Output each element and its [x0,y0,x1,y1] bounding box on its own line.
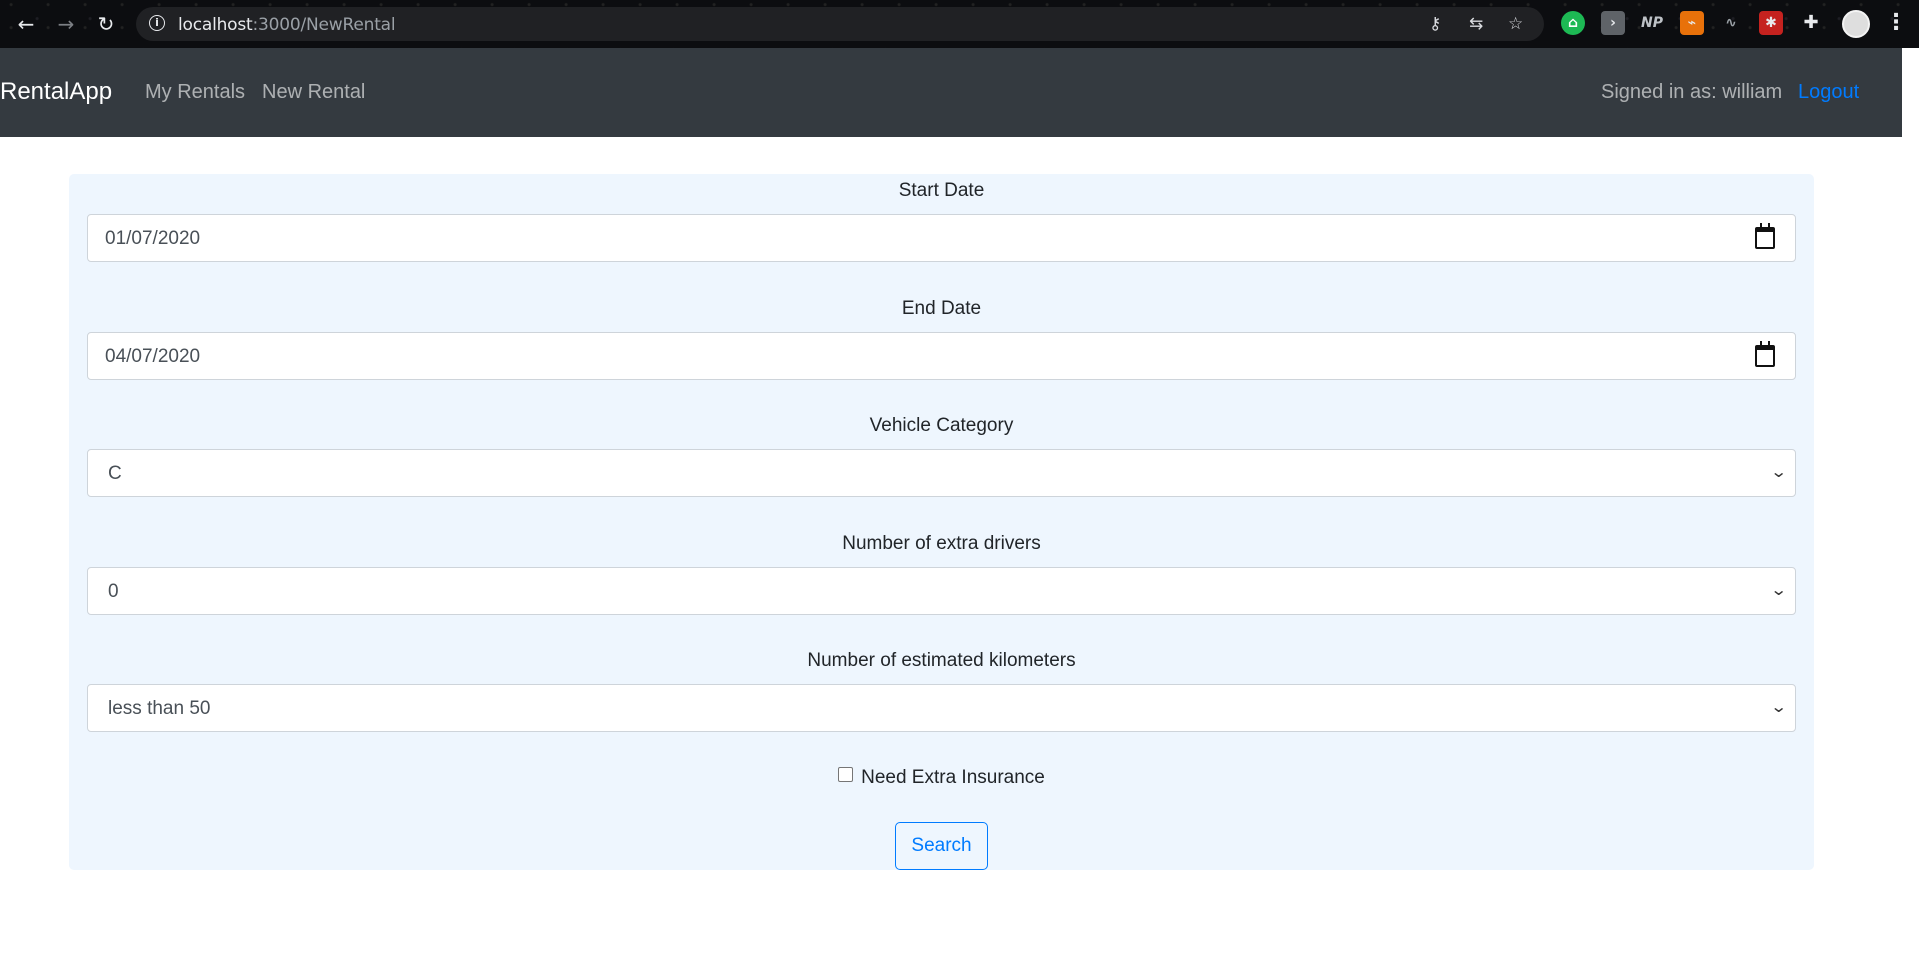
calendar-icon[interactable] [1755,341,1775,367]
url-path: :3000/NewRental [252,15,396,35]
end-date-label: End Date [901,298,982,319]
calendar-icon[interactable] [1755,223,1775,249]
profile-avatar[interactable] [1842,10,1870,38]
vehicle-category-select[interactable]: C ⌄ [87,449,1796,497]
start-date-label: Start Date [898,180,985,201]
translate-icon[interactable]: ⇆ [1469,15,1483,33]
insurance-checkbox[interactable] [838,767,854,783]
end-date-input[interactable]: 04/07/2020 [87,332,1796,380]
extensions-puzzle-icon[interactable]: ✚ [1799,11,1823,35]
brand-logo[interactable]: RentalApp [0,78,112,106]
page-scrollbar[interactable] [1902,48,1919,963]
browser-toolbar: ← → ↻ i localhost:3000/NewRental ⚷ ⇆ ☆ ⌂… [0,0,1919,48]
start-date-value: 01/07/2020 [105,228,201,249]
start-date-input[interactable]: 01/07/2020 [87,214,1796,262]
extra-drivers-select[interactable]: 0 ⌄ [87,567,1796,615]
vehicle-category-value: C [108,463,122,484]
url-host: localhost [178,15,253,35]
insurance-row: Need Extra Insurance [69,767,1814,789]
extension-orange-icon[interactable]: ⌁ [1680,11,1704,35]
chevron-down-icon: ⌄ [1769,580,1788,599]
extra-drivers-value: 0 [108,581,119,602]
address-bar[interactable]: i localhost:3000/NewRental ⚷ ⇆ ☆ [136,7,1544,41]
logout-link[interactable]: Logout [1798,81,1859,104]
signed-in-text: Signed in as: william [1601,81,1783,103]
extension-terminal-icon[interactable]: › [1601,11,1625,35]
reload-icon[interactable]: ↻ [94,12,118,36]
url-text[interactable]: localhost:3000/NewRental [178,15,396,35]
kilometers-select[interactable]: less than 50 ⌄ [87,684,1796,732]
extension-red-icon[interactable]: ✱ [1759,11,1783,35]
extension-np-icon[interactable]: NP [1640,11,1664,35]
chevron-down-icon: ⌄ [1769,697,1788,716]
browser-menu-icon[interactable]: ⋮ [1885,11,1907,35]
extra-drivers-label: Number of extra drivers [842,533,1041,554]
kilometers-value: less than 50 [108,698,211,719]
search-button[interactable]: Search [895,822,988,870]
extension-green-icon[interactable]: ⌂ [1561,11,1585,35]
forward-arrow-icon[interactable]: → [54,12,78,36]
site-info-icon[interactable]: i [149,15,165,31]
extension-pulse-icon[interactable]: ∿ [1719,11,1743,35]
chevron-down-icon: ⌄ [1769,462,1788,481]
insurance-label[interactable]: Need Extra Insurance [861,767,1045,788]
bookmark-star-icon[interactable]: ☆ [1508,15,1523,33]
end-date-value: 04/07/2020 [105,346,201,367]
back-arrow-icon[interactable]: ← [14,12,38,36]
kilometers-label: Number of estimated kilometers [807,650,1076,671]
nav-link-my-rentals[interactable]: My Rentals [145,81,245,104]
vehicle-category-label: Vehicle Category [869,415,1014,436]
nav-link-new-rental[interactable]: New Rental [262,81,365,104]
app-navbar: RentalApp My Rentals New Rental Signed i… [0,48,1902,137]
key-icon[interactable]: ⚷ [1429,15,1441,33]
new-rental-form: Start Date 01/07/2020 End Date 04/07/202… [69,174,1814,870]
